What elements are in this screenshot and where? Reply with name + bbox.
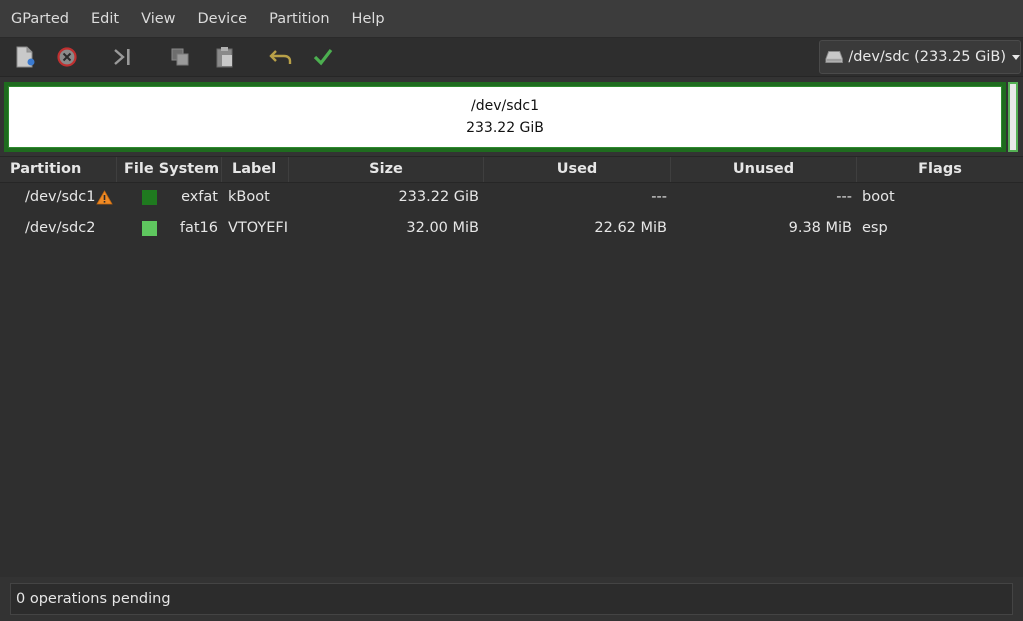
table-row[interactable]: /dev/sdc2 fat16 VTOYEFI 32.00 MiB 22.62 … xyxy=(0,213,1023,244)
checkmark-icon xyxy=(313,49,333,66)
new-document-icon xyxy=(16,46,35,68)
menu-gparted[interactable]: GParted xyxy=(0,11,80,27)
cell-flags: boot xyxy=(862,189,895,205)
status-bar: 0 operations pending xyxy=(10,583,1013,615)
paste-button[interactable] xyxy=(211,43,239,71)
table-row[interactable]: /dev/sdc1 exfat kBoot 233.22 GiB --- ---… xyxy=(0,182,1023,213)
copy-icon xyxy=(171,48,189,66)
cell-size: 233.22 GiB xyxy=(398,189,479,205)
cell-unused: 9.38 MiB xyxy=(788,220,852,236)
column-header-label[interactable]: Label xyxy=(222,157,289,182)
filesystem-color-swatch xyxy=(142,221,157,236)
cell-size: 32.00 MiB xyxy=(406,220,479,236)
resize-move-icon xyxy=(114,49,130,65)
resize-move-button[interactable] xyxy=(109,43,137,71)
column-header-file-system[interactable]: File System xyxy=(117,157,222,182)
column-header-partition[interactable]: Partition xyxy=(0,157,117,182)
cell-file-system: exfat xyxy=(181,189,218,205)
filesystem-color-swatch xyxy=(142,190,157,205)
menu-partition[interactable]: Partition xyxy=(258,11,340,27)
status-text: 0 operations pending xyxy=(16,591,171,607)
column-header-flags[interactable]: Flags xyxy=(857,157,1023,182)
cell-flags: esp xyxy=(862,220,888,236)
apply-button[interactable] xyxy=(309,43,337,71)
undo-button[interactable] xyxy=(267,43,295,71)
column-header-used[interactable]: Used xyxy=(484,157,671,182)
cell-used: 22.62 MiB xyxy=(594,220,667,236)
cell-partition: /dev/sdc1 xyxy=(25,189,96,205)
table-header: Partition File System Label Size Used Un… xyxy=(0,157,1023,183)
disk-map-partition-sdc2[interactable] xyxy=(1008,82,1018,152)
copy-button[interactable] xyxy=(166,43,194,71)
column-header-size[interactable]: Size xyxy=(289,157,484,182)
drive-icon xyxy=(825,51,843,63)
device-selector[interactable]: /dev/sdc (233.25 GiB) xyxy=(819,40,1021,74)
partition-table: Partition File System Label Size Used Un… xyxy=(0,156,1023,577)
cell-unused: --- xyxy=(836,189,852,205)
delete-circle-icon xyxy=(57,47,77,67)
cell-file-system: fat16 xyxy=(179,220,218,236)
new-partition-button[interactable] xyxy=(11,43,39,71)
menu-help[interactable]: Help xyxy=(341,11,396,27)
disk-map-border xyxy=(8,86,1002,148)
cell-used: --- xyxy=(651,189,667,205)
cell-label: kBoot xyxy=(228,189,270,205)
disk-map-partition-sdc1[interactable]: /dev/sdc1 233.22 GiB xyxy=(4,82,1006,152)
menubar: GParted Edit View Device Partition Help xyxy=(0,0,1023,38)
delete-partition-button[interactable] xyxy=(53,43,81,71)
column-header-unused[interactable]: Unused xyxy=(671,157,857,182)
menu-view[interactable]: View xyxy=(130,11,186,27)
chevron-down-icon xyxy=(1012,54,1020,60)
device-selector-label: /dev/sdc (233.25 GiB) xyxy=(848,49,1006,65)
menu-device[interactable]: Device xyxy=(187,11,259,27)
undo-arrow-icon xyxy=(269,50,292,64)
cell-partition: /dev/sdc2 xyxy=(25,220,96,236)
warning-icon xyxy=(96,190,113,209)
menu-edit[interactable]: Edit xyxy=(80,11,130,27)
cell-label: VTOYEFI xyxy=(228,220,289,236)
paste-icon xyxy=(216,47,233,68)
